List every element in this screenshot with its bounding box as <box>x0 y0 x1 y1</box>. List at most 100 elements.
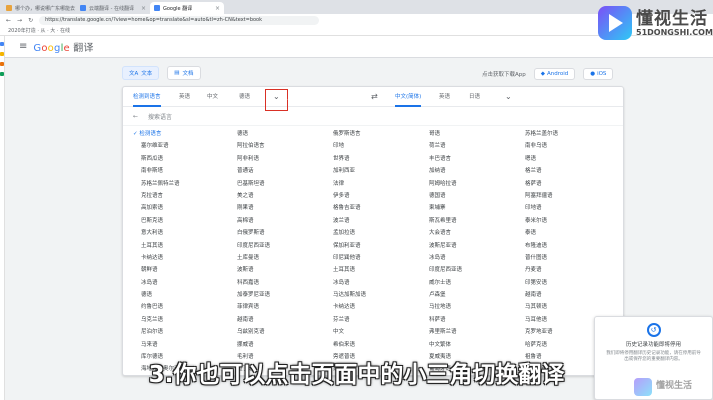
chevron-down-icon[interactable]: ⌄ <box>505 87 512 107</box>
language-option[interactable]: 越南语 <box>229 315 325 327</box>
language-option[interactable]: 弗里斯兰语 <box>421 327 517 339</box>
language-option[interactable]: 波斯语 <box>229 265 325 277</box>
language-option[interactable]: 大会语言 <box>421 228 517 240</box>
language-option[interactable]: 巴斯克语 <box>133 216 229 228</box>
language-option[interactable]: 伊多语 <box>325 191 421 203</box>
language-option[interactable]: 南非乌语 <box>517 141 613 153</box>
language-option[interactable]: 印度尼西亚语 <box>421 265 517 277</box>
language-option[interactable]: 印度尼西亚语 <box>229 241 325 253</box>
language-option[interactable]: 尼泊尔语 <box>133 327 229 339</box>
language-option[interactable]: 加纳语 <box>421 166 517 178</box>
document-mode-button[interactable]: ▤ 文档 <box>167 66 201 80</box>
language-option[interactable]: 希伯来语 <box>325 340 421 352</box>
language-option[interactable]: 白俄罗斯语 <box>229 228 325 240</box>
language-option[interactable]: 德语 <box>133 290 229 302</box>
language-option[interactable]: 朝鲜语 <box>133 265 229 277</box>
language-option[interactable]: 马其顿语 <box>517 302 613 314</box>
language-option[interactable]: 格鲁吉亚语 <box>325 203 421 215</box>
back-arrow-icon[interactable]: ← <box>133 113 138 120</box>
android-button[interactable]: ◆ Android <box>533 68 576 80</box>
target-lang-chinese[interactable]: 中文(简体) <box>395 87 422 107</box>
language-option[interactable]: 法律 <box>325 179 421 191</box>
language-option[interactable]: 中文繁体 <box>421 340 517 352</box>
source-lang-chinese[interactable]: 中文 <box>207 87 218 107</box>
language-option[interactable]: 卡纳达语 <box>133 253 229 265</box>
text-mode-button[interactable]: 文A 文本 <box>122 66 160 80</box>
language-option[interactable]: 德语 <box>229 129 325 141</box>
language-option[interactable]: 土耳其语 <box>325 265 421 277</box>
browser-tab-2[interactable]: 云端翻译 - 在线翻译 × <box>76 2 150 14</box>
language-option[interactable]: 印地语 <box>517 203 613 215</box>
reload-icon[interactable]: ↻ <box>28 17 33 24</box>
language-option[interactable]: 科萨语 <box>421 315 517 327</box>
language-option[interactable]: 丹麦语 <box>517 265 613 277</box>
language-option-selected[interactable]: ✓ 检测语言 <box>133 129 229 141</box>
swap-icon[interactable]: ⇄ <box>371 87 378 107</box>
language-option[interactable]: 土库曼语 <box>229 253 325 265</box>
ios-button[interactable]: ● iOS <box>583 68 614 80</box>
language-option[interactable]: 约鲁巴语 <box>133 302 229 314</box>
language-option[interactable]: 泰米尔语 <box>517 216 613 228</box>
language-option[interactable]: 普什图语 <box>517 253 613 265</box>
language-option[interactable]: 菲律宾语 <box>229 302 325 314</box>
language-option[interactable]: 挪威语 <box>229 340 325 352</box>
language-option[interactable]: 布隆迪语 <box>517 241 613 253</box>
language-option[interactable]: 冰岛语 <box>325 278 421 290</box>
language-option[interactable]: 波斯尼亚语 <box>421 241 517 253</box>
bookmark-item[interactable]: 2020年打造 · 从 · 大 · 在线 <box>8 27 70 34</box>
language-option[interactable]: 格兰语 <box>517 166 613 178</box>
language-option[interactable]: 格萨语 <box>517 179 613 191</box>
language-option[interactable]: 冰岛语 <box>421 253 517 265</box>
language-option[interactable]: 柬埔寨 <box>421 203 517 215</box>
language-option[interactable]: 印第安语 <box>517 278 613 290</box>
language-option[interactable]: 荷兰语 <box>421 141 517 153</box>
language-option[interactable]: 苏格兰佩特兰语 <box>133 179 229 191</box>
target-lang-english[interactable]: 英语 <box>439 87 450 107</box>
language-option[interactable]: 中文 <box>325 327 421 339</box>
dock-app-icon[interactable] <box>0 62 4 66</box>
close-icon[interactable]: × <box>141 5 146 12</box>
language-option[interactable]: 乌兹别克语 <box>229 327 325 339</box>
language-option[interactable]: 波兰语 <box>325 216 421 228</box>
source-lang-english[interactable]: 英语 <box>179 87 190 107</box>
language-option[interactable]: 丰巴语言 <box>421 154 517 166</box>
language-option[interactable]: 嗯语 <box>517 154 613 166</box>
language-option[interactable]: 塞尔维亚语 <box>133 141 229 153</box>
language-option[interactable]: 高加索语 <box>133 203 229 215</box>
source-lang-german[interactable]: 德语 <box>239 87 250 107</box>
hamburger-icon[interactable]: ≡ <box>19 41 27 52</box>
language-option[interactable]: 卢森堡 <box>421 290 517 302</box>
language-option[interactable]: 马拉地语 <box>421 302 517 314</box>
language-option[interactable]: 阿塞拜疆语 <box>517 191 613 203</box>
language-option[interactable]: 土耳其语 <box>133 241 229 253</box>
back-icon[interactable]: ← <box>6 17 11 24</box>
forward-icon[interactable]: → <box>17 17 22 24</box>
language-option[interactable]: 苏格兰盖尔语 <box>517 129 613 141</box>
language-option[interactable]: 阿拉伯语言 <box>229 141 325 153</box>
language-option[interactable]: 德国语 <box>421 191 517 203</box>
search-language-input[interactable]: 搜索语言 <box>148 112 172 121</box>
close-icon[interactable]: × <box>215 5 220 12</box>
language-option[interactable]: 威尔士语 <box>421 278 517 290</box>
language-option[interactable]: 冰岛语 <box>133 278 229 290</box>
url-field[interactable]: https://translate.google.cn/?view=home&o… <box>39 15 320 25</box>
language-option[interactable]: 保加利亚语 <box>325 241 421 253</box>
language-option[interactable]: 俄罗斯语言 <box>325 129 421 141</box>
language-option[interactable]: 斯瓦希里语 <box>421 216 517 228</box>
language-option[interactable]: 泰语 <box>517 228 613 240</box>
language-option[interactable]: 阿姆哈拉语 <box>421 179 517 191</box>
target-lang-japanese[interactable]: 日语 <box>469 87 480 107</box>
language-option[interactable]: 普通话 <box>229 166 325 178</box>
language-option[interactable]: 马来语 <box>133 340 229 352</box>
language-option[interactable]: 巴基斯坦语 <box>229 179 325 191</box>
language-option[interactable]: 世界语 <box>325 154 421 166</box>
language-option[interactable]: 越南语 <box>517 290 613 302</box>
dock-app-icon[interactable] <box>0 52 4 56</box>
language-option[interactable]: 南非斯塔 <box>133 166 229 178</box>
language-option[interactable]: 哥语 <box>421 129 517 141</box>
browser-tab-3[interactable]: Google 翻译 × <box>150 2 224 14</box>
source-lang-detect[interactable]: 检测到语言 <box>133 87 161 107</box>
dock-app-icon[interactable] <box>0 72 4 76</box>
language-option[interactable]: 印地 <box>325 141 421 153</box>
language-option[interactable]: 意大利语 <box>133 228 229 240</box>
